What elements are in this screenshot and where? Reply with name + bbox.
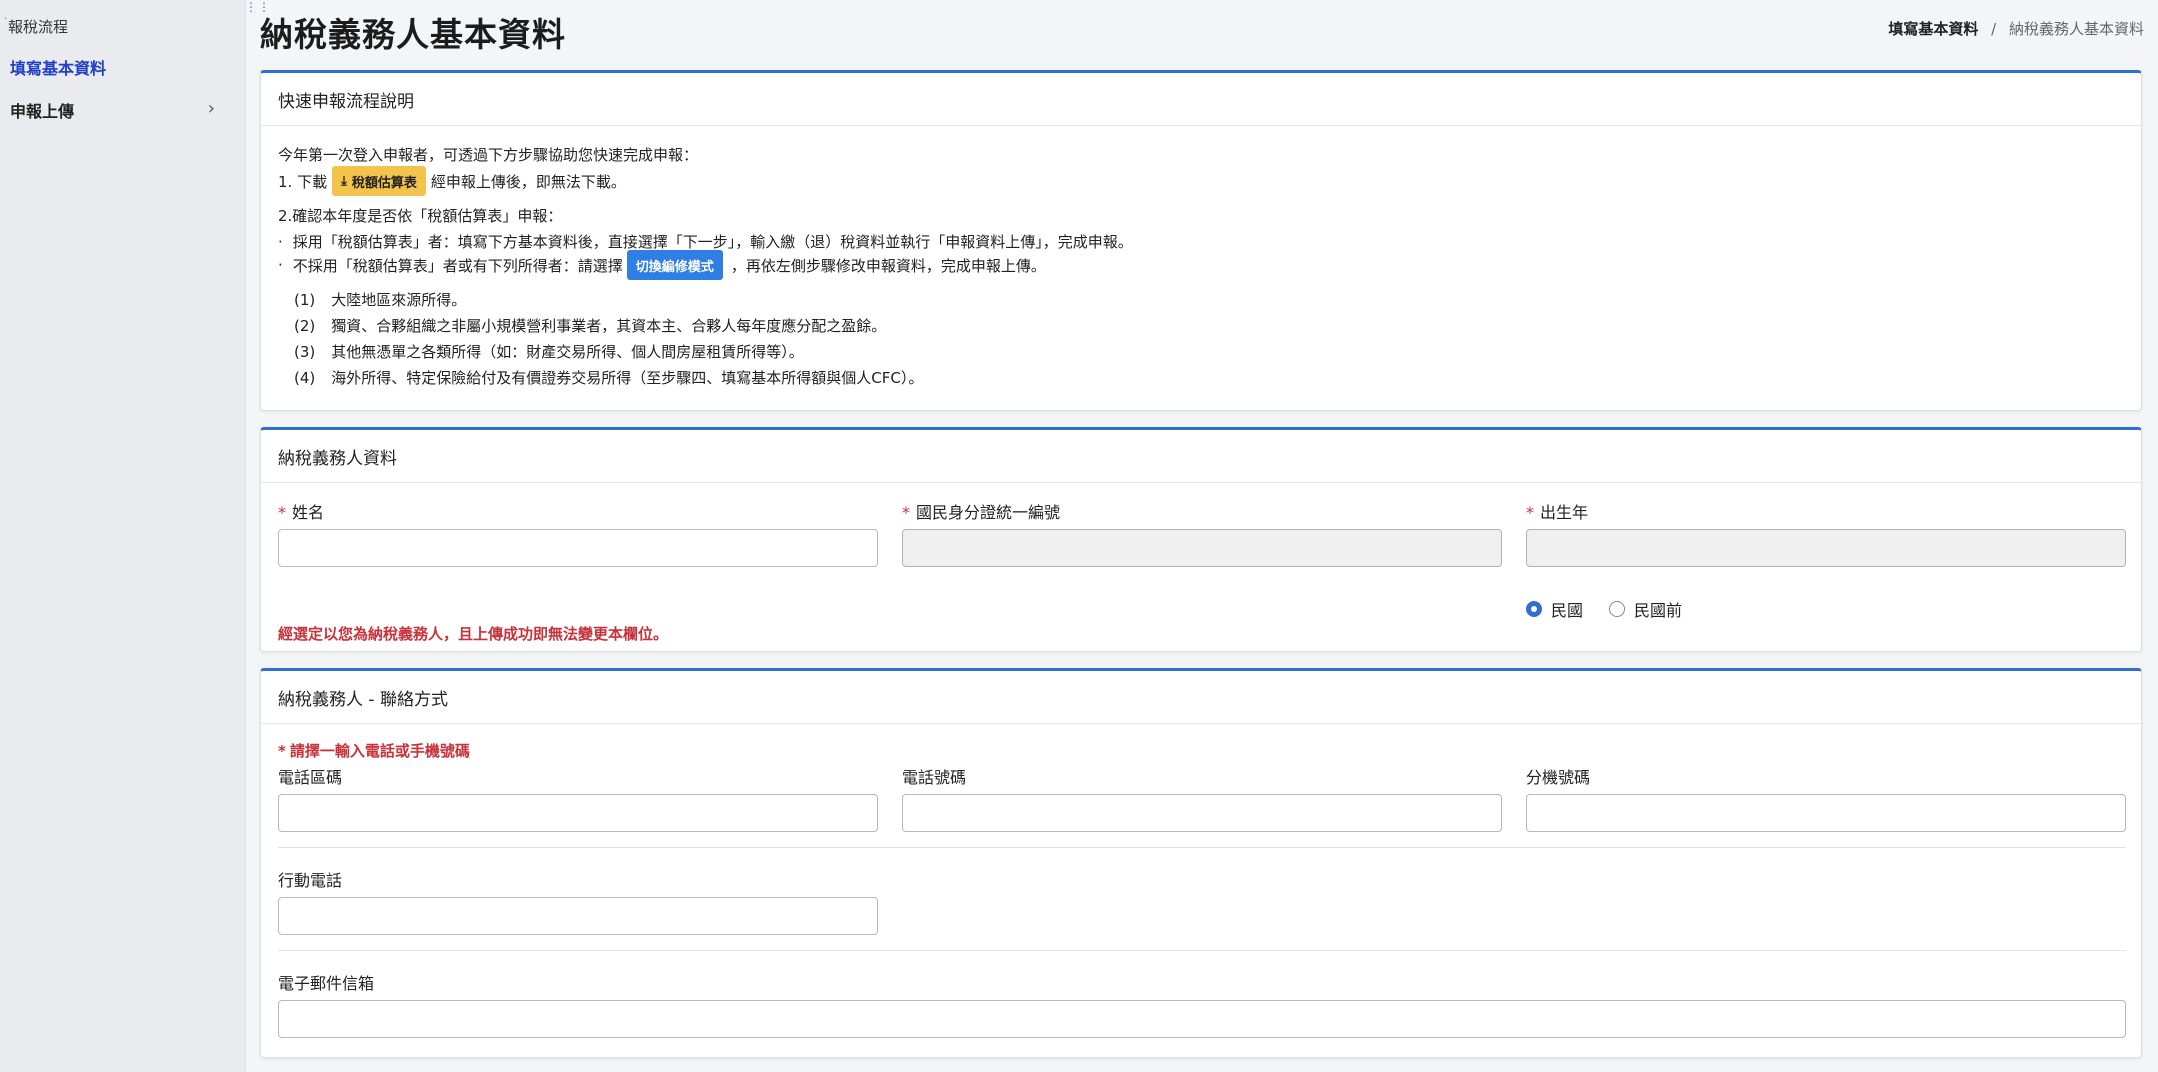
radio-roc[interactable]: 民國 (1526, 597, 1583, 621)
bullet-icon: · (278, 256, 283, 274)
email-field-group: 電子郵件信箱 (278, 970, 2126, 1038)
list-item-number: (4) (294, 368, 316, 387)
area-code-label: 電話區碼 (278, 768, 343, 787)
flow-step2: 2.確認本年度是否依「稅額估算表」申報： (278, 207, 563, 225)
list-item-text: 其他無憑單之各類所得（如：財產交易所得、個人間房屋租賃所得等）。 (331, 343, 804, 361)
mobile-label: 行動電話 (278, 871, 343, 890)
mobile-field-group: 行動電話 (278, 867, 878, 935)
breadcrumb: 填寫基本資料 / 納稅義務人基本資料 (1888, 18, 2144, 39)
area-code-input[interactable] (278, 794, 878, 832)
sidebar-heading-label: 報稅流程 (8, 18, 69, 36)
flow-intro: 今年第一次登入申報者，可透過下方步驟協助您快速完成申報： (278, 146, 699, 164)
required-marker: * (278, 742, 286, 760)
area-code-field-group: 電話區碼 (278, 764, 878, 832)
name-label: * 姓名 (278, 499, 878, 523)
sidebar-item-upload[interactable]: 申報上傳 › (10, 98, 215, 122)
sidebar-item-basic-info[interactable]: 填寫基本資料 (10, 55, 106, 79)
taxpayer-card-title: 納稅義務人資料 (261, 430, 2141, 483)
sidebar-item-label: 填寫基本資料 (10, 59, 107, 78)
flow-bullet1-text: 採用「稅額估算表」者：填寫下方基本資料後，直接選擇「下一步」，輸入繳（退）稅資料… (292, 233, 1133, 251)
sidebar: · 報稅流程 填寫基本資料 申報上傳 › (0, 0, 246, 1072)
flow-card: 快速申報流程說明 今年第一次登入申報者，可透過下方步驟協助您快速完成申報： 1.… (260, 70, 2142, 411)
flow-bullet1: · 採用「稅額估算表」者：填寫下方基本資料後，直接選擇「下一步」，輸入繳（退）稅… (278, 231, 1133, 252)
list-item-text: 獨資、合夥組織之非屬小規模營利事業者，其資本主、合夥人每年度應分配之盈餘。 (331, 317, 887, 335)
birth-year-input (1526, 529, 2126, 567)
id-label-text: 國民身分證統一編號 (916, 503, 1061, 522)
list-item: (2) 獨資、合夥組織之非屬小規模營利事業者，其資本主、合夥人每年度應分配之盈餘… (294, 315, 886, 336)
sidebar-item-label: 申報上傳 (10, 102, 75, 121)
extension-label: 分機號碼 (1526, 768, 1591, 787)
name-field-group: * 姓名 (278, 499, 878, 567)
list-item: (3) 其他無憑單之各類所得（如：財產交易所得、個人間房屋租賃所得等）。 (294, 341, 804, 362)
birth-year-label: * 出生年 (1526, 499, 2126, 523)
flow-bullet2: · 不採用「稅額估算表」者或有下列所得者：請選擇 切換編修模式 ，再依左側步驟修… (278, 250, 1046, 280)
list-item-number: (1) (294, 290, 316, 309)
national-id-input (902, 529, 1502, 567)
chevron-right-icon: › (207, 98, 215, 119)
extension-input[interactable] (1526, 794, 2126, 832)
flow-step1-suffix: 經申報上傳後，即無法下載。 (430, 172, 626, 191)
birth-year-label-text: 出生年 (1540, 503, 1589, 522)
app-root: · 報稅流程 填寫基本資料 申報上傳 › ⋮⋮ 納稅義務人基本資料 填寫基本資料… (0, 0, 2158, 1072)
phone-label: 電話號碼 (902, 768, 967, 787)
list-item: (4) 海外所得、特定保險給付及有價證券交易所得（至步驟四、填寫基本所得額與個人… (294, 367, 923, 388)
radio-unchecked-icon (1609, 601, 1626, 617)
birth-era-radio-group: 民國 民國前 (1526, 597, 1708, 621)
list-item-text: 大陸地區來源所得。 (331, 291, 467, 309)
mobile-input[interactable] (278, 897, 878, 935)
extension-field-group: 分機號碼 (1526, 764, 2126, 832)
id-label: * 國民身分證統一編號 (902, 499, 1502, 523)
name-input[interactable] (278, 529, 878, 567)
required-marker: * (1526, 503, 1534, 522)
breadcrumb-current: 納稅義務人基本資料 (2008, 20, 2144, 38)
taxpayer-notice: 經選定以您為納稅義務人，且上傳成功即無法變更本欄位。 (278, 625, 669, 643)
flow-step1: 1. 下載 ⤓ 稅額估算表 經申報上傳後，即無法下載。 (278, 166, 626, 196)
taxpayer-card: 納稅義務人資料 * 姓名 * 國民身分證統一編號 * 出生年 民國 民國前 經選… (260, 427, 2142, 652)
phone-field-group: 電話號碼 (902, 764, 1502, 832)
contact-card: 納稅義務人 - 聯絡方式 * 請擇一輸入電話或手機號碼 電話區碼 電話號碼 分機號… (260, 668, 2142, 1058)
birth-year-field-group: * 出生年 (1526, 499, 2126, 567)
breadcrumb-separator: / (1991, 20, 1997, 38)
divider (278, 950, 2126, 951)
radio-pre-roc-label: 民國前 (1634, 601, 1683, 620)
flow-card-title: 快速申報流程說明 (261, 73, 2141, 126)
download-estimate-button[interactable]: ⤓ 稅額估算表 (332, 166, 426, 196)
radio-checked-icon (1526, 601, 1542, 617)
list-item-text: 海外所得、特定保險給付及有價證券交易所得（至步驟四、填寫基本所得額與個人CFC）… (331, 369, 924, 387)
flow-step1-prefix: 1. 下載 (278, 172, 328, 191)
list-item-number: (3) (294, 342, 316, 361)
radio-roc-label: 民國 (1551, 601, 1584, 620)
flow-bullet2-suffix: ，再依左側步驟修改申報資料，完成申報上傳。 (730, 256, 1046, 275)
phone-input[interactable] (902, 794, 1502, 832)
required-marker: * (902, 503, 910, 522)
list-item-number: (2) (294, 316, 316, 335)
name-label-text: 姓名 (292, 503, 325, 522)
download-estimate-label: 稅額估算表 (351, 175, 417, 191)
contact-required-note: * 請擇一輸入電話或手機號碼 (278, 740, 470, 761)
email-input[interactable] (278, 1000, 2126, 1038)
contact-required-note-text: 請擇一輸入電話或手機號碼 (289, 742, 470, 760)
page-title: 納稅義務人基本資料 (260, 15, 566, 54)
contact-card-title: 納稅義務人 - 聯絡方式 (261, 671, 2141, 724)
required-marker: * (278, 503, 286, 522)
radio-pre-roc[interactable]: 民國前 (1609, 597, 1682, 621)
bullet-icon: · (278, 232, 283, 251)
list-item: (1) 大陸地區來源所得。 (294, 289, 466, 310)
breadcrumb-link-basic-info[interactable]: 填寫基本資料 (1888, 20, 1978, 38)
id-field-group: * 國民身分證統一編號 (902, 499, 1502, 567)
sidebar-heading: · 報稅流程 (4, 14, 69, 37)
download-icon: ⤓ (341, 173, 347, 189)
drag-dots-icon: · (4, 14, 7, 25)
email-label: 電子郵件信箱 (278, 974, 375, 993)
switch-edit-mode-button[interactable]: 切換編修模式 (626, 250, 723, 280)
flow-bullet2-prefix: 不採用「稅額估算表」者或有下列所得者：請選擇 (292, 256, 623, 275)
divider (278, 847, 2126, 848)
